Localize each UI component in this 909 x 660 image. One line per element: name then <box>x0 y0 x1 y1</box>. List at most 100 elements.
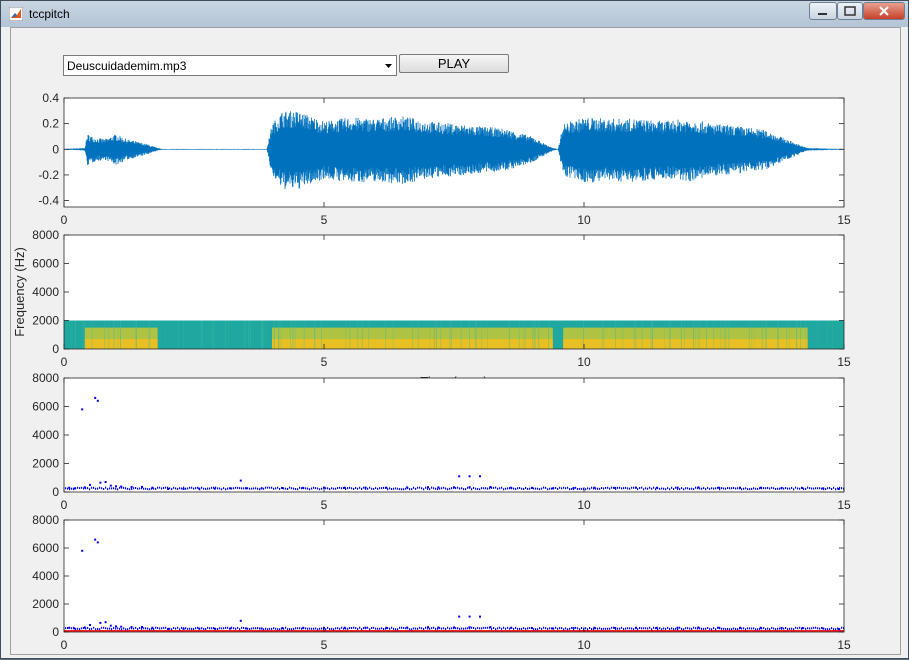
pitch-point <box>759 486 762 489</box>
pitch-point <box>453 486 455 489</box>
spectrogram-texture <box>669 320 671 349</box>
spectrogram-texture <box>265 320 267 349</box>
spectrogram-texture <box>706 320 707 349</box>
pitch-point <box>572 627 575 630</box>
y-tick-label: -0.2 <box>38 168 59 182</box>
spectrogram-texture <box>518 320 520 349</box>
spectrogram-texture <box>368 320 369 349</box>
spectrogram-texture <box>429 320 431 349</box>
spectrogram-texture <box>748 320 750 349</box>
pitch-point <box>468 486 471 489</box>
y-tick-label: 2000 <box>32 314 59 328</box>
pitch-point <box>96 541 99 544</box>
pitch-point <box>697 486 700 489</box>
spectrogram-texture <box>522 320 524 349</box>
spectrogram-texture <box>603 320 605 349</box>
pitch-point <box>780 626 783 629</box>
spectrogram-texture <box>800 320 802 349</box>
spectrogram-texture <box>532 320 533 349</box>
pitch-point <box>260 627 263 630</box>
pitch-point <box>551 627 554 630</box>
pitch-point <box>801 627 804 630</box>
pitch-point <box>109 624 112 627</box>
spectrogram-texture <box>728 320 730 349</box>
pitch-point <box>593 626 596 629</box>
y-tick-label: 6000 <box>32 257 59 271</box>
x-tick-label: 0 <box>61 213 68 227</box>
pitch-point <box>96 399 99 402</box>
pitch-point <box>364 486 367 489</box>
pitch-point <box>822 487 825 490</box>
spectrogram-texture <box>641 320 643 349</box>
spectrogram-texture <box>693 320 694 349</box>
y-tick-label: 6000 <box>32 400 59 414</box>
y-tick-label: 0 <box>52 342 59 356</box>
spectrogram-texture <box>214 320 216 349</box>
pitch-point <box>510 486 513 489</box>
pitch-point <box>99 481 102 484</box>
pitch-point <box>343 626 346 629</box>
pitch-point <box>281 627 284 630</box>
spectrogram-texture <box>723 320 725 349</box>
spectrogram-texture <box>720 320 722 349</box>
spectrogram-texture <box>818 320 819 349</box>
spectrogram-texture <box>83 320 84 349</box>
pitch-point <box>302 626 305 629</box>
spectrogram-texture <box>786 320 788 349</box>
spectrogram-texture <box>148 320 149 349</box>
pitch-point <box>141 485 143 488</box>
spectrogram-texture <box>777 320 779 349</box>
pitch-point <box>94 538 97 541</box>
plot-background <box>64 378 844 492</box>
spectrogram-energy-low <box>84 339 158 349</box>
pitch-point <box>73 627 76 630</box>
spectrogram-texture <box>696 320 698 349</box>
spectrogram-texture <box>765 320 767 349</box>
pitch-point <box>718 486 721 489</box>
y-tick-label: 0 <box>52 142 59 156</box>
spectrogram-texture <box>778 320 779 349</box>
pitch-point <box>130 626 133 629</box>
spectrogram-texture <box>82 320 83 349</box>
spectrogram-texture <box>303 320 305 349</box>
pitch-point <box>213 627 216 630</box>
y-tick-label: 8000 <box>32 228 59 242</box>
spectrogram-texture <box>469 320 470 349</box>
spectrogram-texture <box>248 320 249 349</box>
pitch-point <box>572 487 575 489</box>
pitch-point <box>104 621 107 624</box>
spectrogram-texture <box>751 320 753 349</box>
x-tick-label: 0 <box>61 498 68 512</box>
spectrogram-texture <box>392 320 394 349</box>
pitch-point <box>385 626 388 629</box>
x-tick-label: 15 <box>837 498 851 512</box>
spectrogram-texture <box>524 320 526 349</box>
pitch-axes: 0 5 10 15 0 2000 4000 6000 8000 <box>32 371 851 512</box>
x-tick-label: 5 <box>321 638 328 652</box>
pitch-point <box>104 481 107 483</box>
spectrogram-texture <box>832 320 834 349</box>
waveform-axes: 0 5 10 15 -0.4 -0.2 0 0.2 0.4 <box>38 91 851 227</box>
pitch-point <box>151 626 154 629</box>
spectrogram-texture <box>508 320 510 349</box>
pitch-point <box>198 487 201 490</box>
spectrogram-texture <box>357 320 359 349</box>
spectrogram-texture <box>294 320 296 349</box>
spectrogram-texture <box>250 320 252 349</box>
pitch-point <box>551 487 554 490</box>
pitch-point <box>115 625 117 628</box>
pitch-point <box>468 615 471 618</box>
pitch-point <box>437 486 440 489</box>
spectrogram-texture <box>108 320 110 349</box>
pitch-point <box>427 486 429 489</box>
y-tick-label: 0.2 <box>42 117 59 131</box>
spectrogram-texture <box>725 320 727 349</box>
pitch-point <box>364 626 367 629</box>
spectrogram-texture <box>533 320 535 349</box>
spectrogram-texture <box>650 320 652 349</box>
spectrogram-texture <box>695 320 696 349</box>
pitch-point <box>614 626 617 629</box>
spectrogram-texture <box>826 320 828 349</box>
spectrogram-texture <box>670 320 671 349</box>
y-tick-label: -0.4 <box>38 194 59 208</box>
